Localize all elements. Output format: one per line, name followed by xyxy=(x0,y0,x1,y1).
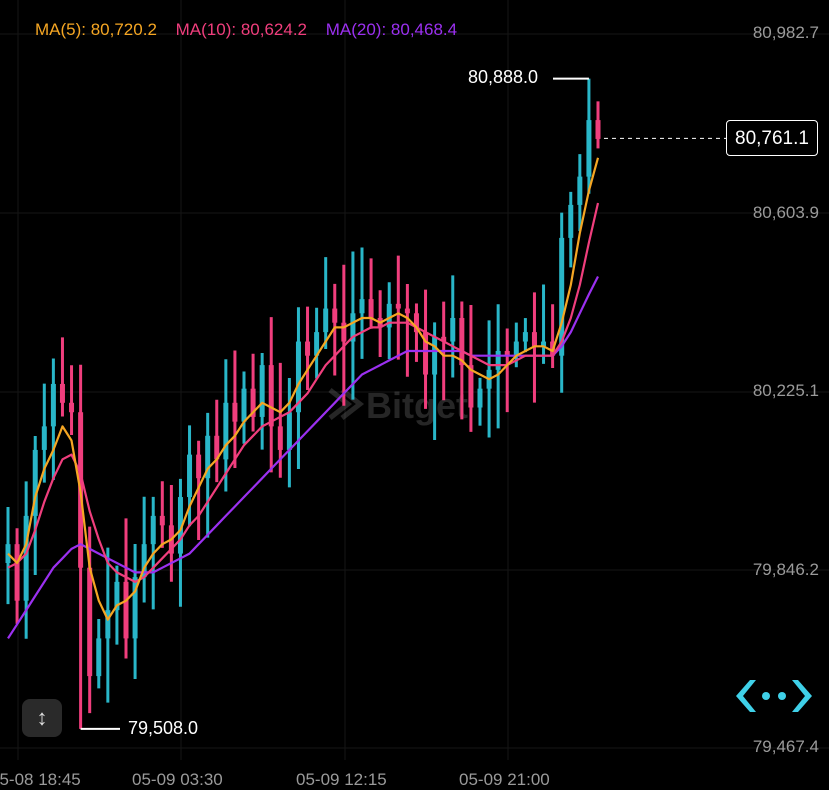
candle-body xyxy=(23,515,29,601)
x-tick-label: 05-09 03:30 xyxy=(132,770,223,789)
candle-body xyxy=(286,412,292,450)
y-tick-label: 79,467.4 xyxy=(752,737,819,756)
candle-body xyxy=(577,176,583,205)
candle-body xyxy=(241,388,247,422)
candle-body xyxy=(450,317,456,342)
candle-body xyxy=(495,350,501,370)
candle-body xyxy=(404,308,410,314)
candle-body xyxy=(595,120,601,139)
candle-body xyxy=(277,426,283,450)
y-tick-label: 80,982.7 xyxy=(752,23,819,42)
candle-body xyxy=(359,299,365,314)
candle-body xyxy=(196,454,202,479)
candle-body xyxy=(568,204,574,238)
current-price-label[interactable]: 80,761.1 xyxy=(726,120,818,157)
candle-body xyxy=(459,317,465,366)
high-price-label: 80,888.0 xyxy=(468,66,539,87)
candle-body xyxy=(223,402,229,460)
candle-body xyxy=(368,299,374,318)
ma20-line xyxy=(7,276,599,639)
candle-body xyxy=(477,388,483,408)
candle-body xyxy=(150,515,156,545)
candlestick-chart[interactable]: Bitget xyxy=(0,0,829,787)
x-tick-label: 05-09 12:15 xyxy=(296,770,387,789)
y-tick-label: 80,225.1 xyxy=(752,381,819,400)
bitget-logo-icon: Bitget xyxy=(328,385,468,426)
candles-group xyxy=(5,78,601,729)
low-price-label: 79,508.0 xyxy=(128,717,199,738)
candle-body xyxy=(87,567,93,677)
candle-body xyxy=(586,120,592,177)
vertical-arrows-icon[interactable]: ↕ xyxy=(22,699,62,737)
legend-ma10: MA(10): 80,624.2 xyxy=(175,20,307,39)
candle-body xyxy=(332,308,338,323)
chart-grid xyxy=(0,0,829,760)
candle-body xyxy=(59,383,65,403)
candle-body xyxy=(305,341,311,356)
x-tick-label: 05-09 21:00 xyxy=(459,770,550,789)
candle-body xyxy=(96,638,102,677)
candle-body xyxy=(531,332,537,347)
y-tick-label: 79,846.2 xyxy=(752,560,819,579)
candle-body xyxy=(323,308,329,333)
candle-body xyxy=(432,336,438,375)
candle-body xyxy=(5,544,11,564)
candle-body xyxy=(232,402,238,422)
legend-ma5: MA(5): 80,720.2 xyxy=(35,20,157,39)
candle-body xyxy=(395,303,401,309)
candle-body xyxy=(41,426,47,450)
y-tick-label: 80,603.9 xyxy=(752,203,819,222)
ma-lines-group xyxy=(7,157,600,639)
candle-body xyxy=(50,383,56,427)
candle-body xyxy=(14,544,20,601)
ma-legend: MA(5): 80,720.2 MA(10): 80,624.2 MA(20):… xyxy=(35,20,471,40)
candle-body xyxy=(187,454,193,498)
candle-body xyxy=(522,332,528,342)
candle-body xyxy=(259,365,265,417)
candle-body xyxy=(268,365,274,427)
candle-body xyxy=(123,581,129,639)
candle-body xyxy=(69,402,75,413)
candle-body xyxy=(159,515,165,526)
x-tick-label: 05-08 18:45 xyxy=(0,770,81,789)
svg-text:Bitget: Bitget xyxy=(366,385,468,426)
legend-ma20: MA(20): 80,468.4 xyxy=(325,20,458,39)
bitget-chevrons-icon[interactable] xyxy=(732,676,816,716)
ma5-line xyxy=(7,157,600,621)
